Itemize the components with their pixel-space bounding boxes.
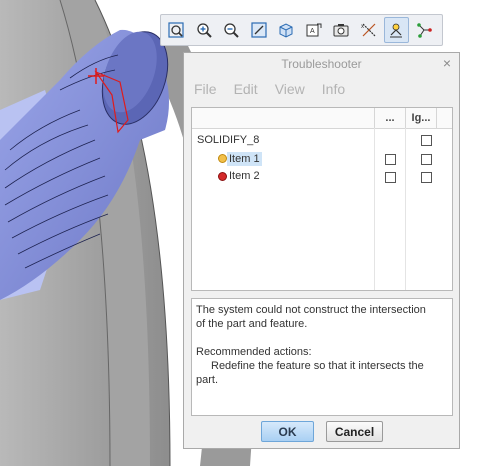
- dialog-title: Troubleshooter: [281, 57, 362, 71]
- column-header-ellipsis[interactable]: ...: [374, 108, 405, 128]
- zoom-out-icon: [224, 23, 239, 38]
- zoom-window-icon: [168, 22, 184, 38]
- message-panel: The system could not construct the inter…: [191, 298, 453, 416]
- message-line: of the part and feature.: [196, 318, 308, 330]
- recommended-heading: Recommended actions:: [196, 346, 312, 358]
- tree-header: ... Ig...: [192, 108, 452, 129]
- annotation-display-icon: A: [306, 23, 322, 37]
- troubleshooter-dialog: Troubleshooter × File Edit View Info ...…: [183, 52, 460, 449]
- menu-view[interactable]: View: [275, 81, 305, 97]
- camera-icon: [333, 24, 349, 37]
- datum-points-button[interactable]: [412, 17, 437, 43]
- camera-button[interactable]: [329, 17, 354, 43]
- spin-center-icon: [390, 23, 403, 38]
- message-line: The system could not construct the inter…: [196, 304, 426, 316]
- menu-file[interactable]: File: [194, 81, 217, 97]
- spin-center-button[interactable]: [384, 17, 409, 43]
- zoom-out-button[interactable]: [219, 17, 244, 43]
- close-icon[interactable]: ×: [443, 55, 451, 71]
- tree-root-row[interactable]: SOLIDIFY_8: [192, 132, 452, 150]
- refit-icon: [251, 22, 267, 38]
- menu-info[interactable]: Info: [322, 81, 345, 97]
- error-status-icon: [218, 172, 227, 181]
- tree-item-row[interactable]: Item 2: [192, 168, 452, 186]
- annotation-display-button[interactable]: A: [302, 17, 327, 43]
- tree-root-label: SOLIDIFY_8: [197, 134, 260, 146]
- warning-status-icon: [218, 154, 227, 163]
- tree-item-label: Item 2: [229, 170, 260, 182]
- dialog-titlebar[interactable]: Troubleshooter ×: [184, 53, 459, 75]
- svg-text:x: x: [361, 24, 364, 30]
- menu-bar: File Edit View Info: [184, 75, 459, 103]
- info-checkbox-item-2[interactable]: [385, 172, 396, 183]
- refit-button[interactable]: [247, 17, 272, 43]
- zoom-in-icon: [197, 23, 212, 38]
- view-orientation-icon: [279, 23, 293, 38]
- view-toolbar: A x: [160, 14, 443, 46]
- datum-axes-icon: x: [361, 23, 376, 37]
- datum-points-icon: [416, 23, 432, 38]
- zoom-in-button[interactable]: [192, 17, 217, 43]
- tree-item-label: Item 1: [227, 152, 262, 166]
- view-orientation-button[interactable]: [274, 17, 299, 43]
- recommended-action-cont: part.: [196, 374, 219, 386]
- recommended-action: Redefine the feature so that it intersec…: [211, 360, 424, 372]
- troubleshooter-tree[interactable]: ... Ig... SOLIDIFY_8 Item 1 Item 2: [191, 107, 453, 291]
- svg-text:A: A: [310, 28, 315, 35]
- cancel-button[interactable]: Cancel: [326, 421, 383, 442]
- datum-axes-button[interactable]: x: [357, 17, 382, 43]
- zoom-window-button[interactable]: [164, 17, 189, 43]
- menu-edit[interactable]: Edit: [234, 81, 258, 97]
- column-header-ignore[interactable]: Ig...: [405, 108, 436, 128]
- tree-item-row[interactable]: Item 1: [192, 150, 452, 168]
- ok-button[interactable]: OK: [261, 421, 314, 442]
- ignore-checkbox-root[interactable]: [421, 135, 432, 146]
- ignore-checkbox-item-1[interactable]: [421, 154, 432, 165]
- info-checkbox-item-1[interactable]: [385, 154, 396, 165]
- ignore-checkbox-item-2[interactable]: [421, 172, 432, 183]
- column-header-spacer: [436, 108, 454, 128]
